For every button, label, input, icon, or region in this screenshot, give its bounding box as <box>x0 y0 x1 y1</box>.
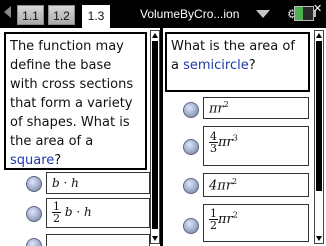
scroll-thumb[interactable] <box>316 41 322 191</box>
tab-1-3[interactable]: 1.3 <box>82 5 110 28</box>
left-question-panel: The function may define the base with cr… <box>2 30 160 246</box>
fraction-denominator: 3 <box>210 142 217 155</box>
right-question-panel: What is the area of a semicircle? πr2 4 … <box>163 30 326 246</box>
choice-expression: πr <box>218 212 233 227</box>
fraction-denominator: 2 <box>53 212 60 225</box>
fraction: 1 2 <box>52 201 61 224</box>
radio-button-icon[interactable] <box>26 206 42 222</box>
choice-var: h <box>84 205 92 219</box>
choice-exponent: 2 <box>223 100 229 109</box>
choice-var: b <box>52 176 60 190</box>
scroll-down-arrow-icon[interactable] <box>152 236 158 241</box>
right-scrollbar[interactable] <box>314 30 324 244</box>
radio-button-icon[interactable] <box>183 102 199 118</box>
choice-expression: πr <box>209 101 224 117</box>
left-scrollbar[interactable] <box>150 30 160 244</box>
answer-choice-right-2: 4 3 πr3 <box>203 126 309 166</box>
document-title[interactable]: VolumeByCro...ion <box>140 7 239 21</box>
radio-button-icon[interactable] <box>183 218 199 234</box>
answer-choice-left-1: b · h <box>46 172 150 194</box>
radio-button-icon[interactable] <box>26 238 42 246</box>
choice-var: b <box>64 205 73 219</box>
scroll-thumb[interactable] <box>152 41 158 229</box>
tab-1-2[interactable]: 1.2 <box>48 5 75 25</box>
choice-expression: 4πr <box>209 178 233 194</box>
answer-choice-right-3: 4πr2 <box>203 173 309 197</box>
scroll-up-arrow-icon[interactable] <box>316 33 322 38</box>
answer-choice-right-1: πr2 <box>203 97 309 119</box>
choice-expression: πr <box>218 135 233 150</box>
scroll-up-arrow-icon[interactable] <box>152 33 158 38</box>
choice-op: · <box>63 176 68 190</box>
question-keyword-semicircle: semicircle <box>183 58 249 73</box>
question-end-right: ? <box>248 58 256 73</box>
question-text-left: The function may define the base with cr… <box>10 39 134 149</box>
question-keyword-square: square <box>10 153 55 168</box>
radio-button-icon[interactable] <box>183 139 199 155</box>
choice-exponent: 3 <box>232 133 238 143</box>
answer-choice-right-4: 1 2 πr2 <box>203 204 309 242</box>
question-prompt-right: What is the area of a semicircle? <box>165 32 310 92</box>
choice-exponent: 2 <box>232 177 238 186</box>
choice-op: · <box>76 205 81 219</box>
nav-left-arrow-icon[interactable] <box>4 6 11 18</box>
scroll-down-arrow-icon[interactable] <box>316 236 322 241</box>
question-end-left: ? <box>54 153 62 168</box>
fraction-denominator: 2 <box>210 219 217 232</box>
battery-icon <box>294 6 314 21</box>
fraction: 4 3 <box>209 131 218 154</box>
answer-choice-left-3 <box>46 234 150 246</box>
answer-choice-left-2: 1 2 b · h <box>46 198 150 228</box>
document-caret-icon[interactable] <box>256 10 270 18</box>
choice-var: h <box>71 176 79 190</box>
fraction: 1 2 <box>209 208 218 231</box>
radio-button-icon[interactable] <box>26 176 42 192</box>
tab-1-1[interactable]: 1.1 <box>17 5 44 25</box>
choice-exponent: 2 <box>232 210 238 220</box>
question-prompt-left: The function may define the base with cr… <box>4 32 147 170</box>
top-bar: 1.1 1.2 1.3 VolumeByCro...ion ⚙ ✕ <box>0 0 326 28</box>
radio-button-icon[interactable] <box>183 178 199 194</box>
close-icon[interactable]: ✕ <box>313 3 322 14</box>
